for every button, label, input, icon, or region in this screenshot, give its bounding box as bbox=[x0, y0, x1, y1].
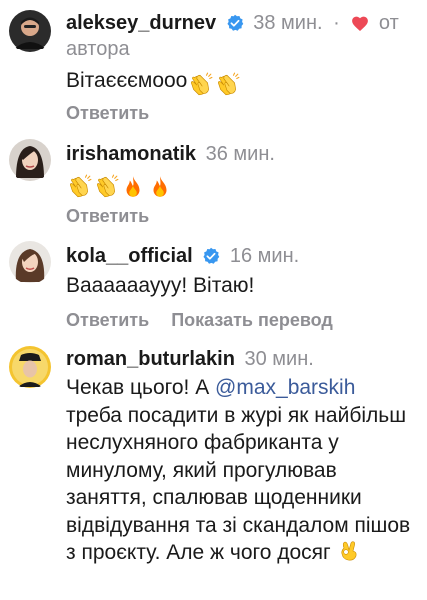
liked-by-author-label: от bbox=[378, 12, 399, 34]
comment-header: roman_buturlakin 30 мин. bbox=[66, 346, 314, 372]
avatar-image bbox=[9, 10, 51, 52]
comment-actions: Ответить bbox=[66, 205, 149, 227]
comment-text: Вітаєєємооо bbox=[66, 67, 415, 99]
clapping-hands-icon bbox=[66, 174, 92, 200]
clapping-hands-icon bbox=[214, 72, 240, 98]
reply-button[interactable]: Ответить bbox=[66, 103, 149, 123]
username[interactable]: irishamonatik bbox=[66, 143, 196, 165]
comment-header: irishamonatik 36 мин. bbox=[66, 141, 275, 167]
comment-text-content: Вітаєєємооо bbox=[66, 69, 188, 92]
comment-header: aleksey_durnev 38 мин. · от bbox=[66, 10, 399, 36]
avatar[interactable] bbox=[8, 345, 52, 389]
comment-header: kola__official 16 мин. bbox=[66, 243, 299, 269]
username[interactable]: kola__official bbox=[66, 245, 193, 267]
ok-hand-icon bbox=[337, 539, 361, 563]
reply-button[interactable]: Ответить bbox=[66, 310, 149, 330]
verified-badge-icon bbox=[202, 247, 220, 265]
mention-link[interactable]: @max_barskih bbox=[215, 376, 355, 399]
avatar[interactable] bbox=[8, 9, 52, 53]
comment-text bbox=[66, 169, 415, 201]
timestamp: 30 мин. bbox=[244, 348, 314, 370]
avatar[interactable] bbox=[8, 240, 52, 284]
fire-icon bbox=[147, 174, 173, 200]
reply-button[interactable]: Ответить bbox=[66, 206, 149, 226]
separator-dot: · bbox=[333, 12, 340, 34]
username[interactable]: roman_buturlakin bbox=[66, 348, 235, 370]
comment-text-part-1: Чекав цього! А bbox=[66, 376, 216, 399]
heart-icon bbox=[352, 16, 369, 31]
avatar-image bbox=[9, 346, 51, 388]
verified-badge-icon bbox=[226, 14, 244, 32]
show-translation-button[interactable]: Показать перевод bbox=[171, 310, 333, 330]
emoji-group bbox=[187, 71, 241, 99]
comment-actions: Ответить Показать перевод bbox=[66, 309, 333, 331]
timestamp: 38 мин. bbox=[253, 12, 323, 34]
liked-by-author-label-line2: автора bbox=[66, 38, 130, 60]
comment-text: Вааааааууу! Вітаю! bbox=[66, 274, 255, 297]
comment-actions: Ответить bbox=[66, 102, 149, 124]
avatar[interactable] bbox=[8, 138, 52, 182]
emoji-group bbox=[66, 173, 174, 201]
fire-icon bbox=[120, 174, 146, 200]
avatar-image bbox=[9, 241, 51, 283]
comment-text: Чекав цього! А @max_barskih треба посади… bbox=[66, 374, 411, 567]
clapping-hands-icon bbox=[93, 174, 119, 200]
username[interactable]: aleksey_durnev bbox=[66, 12, 216, 34]
clapping-hands-icon bbox=[187, 72, 213, 98]
avatar-image bbox=[9, 139, 51, 181]
timestamp: 36 мин. bbox=[205, 143, 275, 165]
timestamp: 16 мин. bbox=[229, 245, 300, 267]
